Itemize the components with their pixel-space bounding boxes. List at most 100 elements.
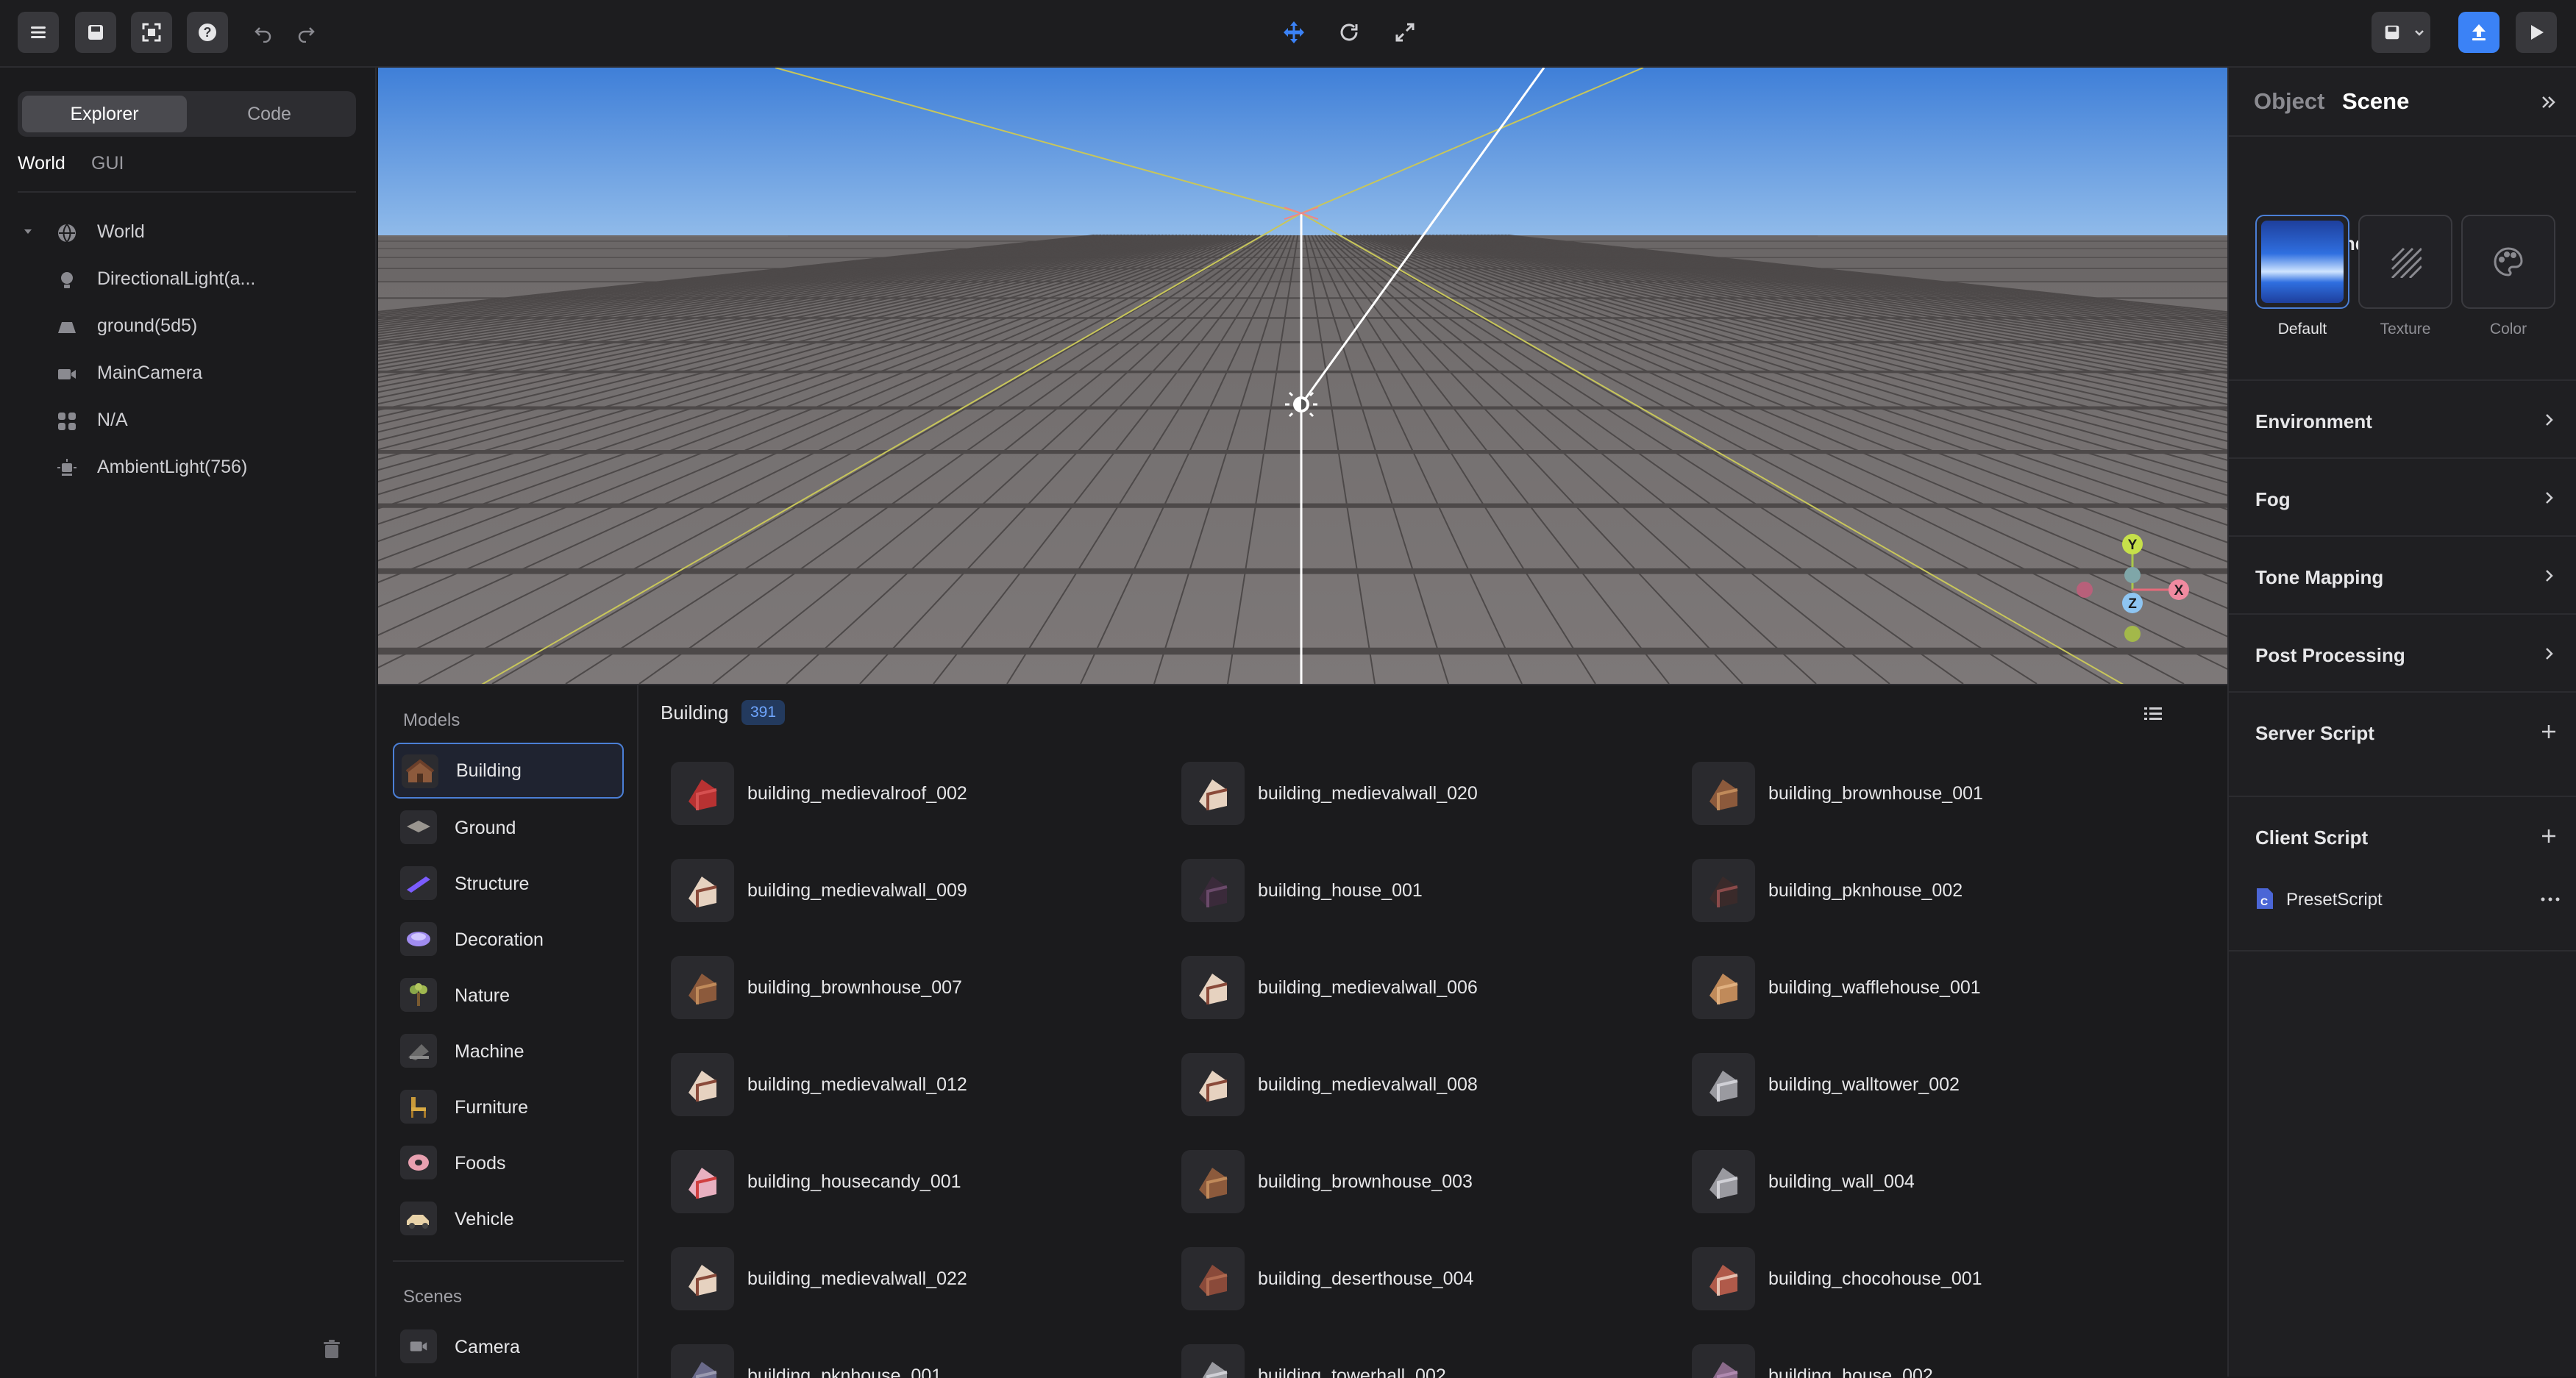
- publish-button[interactable]: [2458, 12, 2499, 53]
- scene-camera[interactable]: Camera: [393, 1319, 624, 1375]
- scale-tool-button[interactable]: [1384, 12, 1426, 53]
- category-structure[interactable]: Structure: [393, 856, 624, 912]
- tree-item-directional-light[interactable]: DirectionalLight(a...: [21, 259, 359, 299]
- asset-label: building_towerhall_002: [1258, 1365, 1446, 1378]
- add-icon[interactable]: [2538, 721, 2560, 743]
- asset-item[interactable]: building_deserthouse_004: [1181, 1247, 1652, 1310]
- gizmo-z-label: Z: [2128, 596, 2137, 612]
- asset-label: building_medievalwall_008: [1258, 1074, 1478, 1096]
- chevron-right-icon[interactable]: [2538, 487, 2560, 509]
- asset-item[interactable]: building_medievalwall_012: [671, 1053, 1142, 1116]
- post-processing-section[interactable]: Post Processing: [2229, 615, 2576, 693]
- camera-thumb-icon: [400, 1329, 437, 1363]
- caret-down-icon[interactable]: [22, 226, 34, 238]
- asset-label: building_medievalwall_006: [1258, 977, 1478, 999]
- category-ground[interactable]: Ground: [393, 800, 624, 856]
- tree-item-world[interactable]: World: [21, 212, 359, 251]
- tab-scene[interactable]: Scene: [2342, 88, 2409, 115]
- tree-item-ambient-light[interactable]: AmbientLight(756): [21, 447, 359, 487]
- tab-object[interactable]: Object: [2254, 88, 2324, 115]
- play-button[interactable]: [2516, 12, 2557, 53]
- save-button[interactable]: [75, 12, 116, 53]
- tab-code[interactable]: Code: [187, 96, 352, 132]
- asset-item[interactable]: building_pknhouse_002: [1692, 859, 2163, 922]
- section-title: Server Script: [2255, 722, 2374, 745]
- chevron-right-icon[interactable]: [2538, 409, 2560, 431]
- subtab-world[interactable]: World: [18, 153, 65, 174]
- play-icon: [2526, 22, 2547, 43]
- asset-item[interactable]: building_chocohouse_001: [1692, 1247, 2163, 1310]
- tab-explorer[interactable]: Explorer: [22, 96, 187, 132]
- asset-item[interactable]: building_wafflehouse_001: [1692, 956, 2163, 1019]
- viewport-canvas[interactable]: Y X Z: [378, 68, 2227, 684]
- category-nature[interactable]: Nature: [393, 968, 624, 1024]
- asset-item[interactable]: building_house_001: [1181, 859, 1652, 922]
- rotate-tool-button[interactable]: [1328, 12, 1370, 53]
- scene-viewport[interactable]: Y X Z: [378, 68, 2227, 684]
- upload-icon: [2468, 21, 2490, 43]
- bg-option-default[interactable]: [2255, 215, 2349, 309]
- category-vehicle[interactable]: Vehicle: [393, 1191, 624, 1247]
- gradient-preview: [2261, 221, 2344, 303]
- asset-item[interactable]: building_brownhouse_003: [1181, 1150, 1652, 1213]
- tree-item-ground[interactable]: ground(5d5): [21, 306, 359, 346]
- palette-icon: [2492, 246, 2525, 278]
- chevron-down-icon[interactable]: [2413, 26, 2426, 39]
- move-tool-button[interactable]: [1273, 12, 1314, 53]
- asset-item[interactable]: building_medievalroof_002: [671, 762, 1142, 825]
- asset-item[interactable]: building_housecandy_001: [671, 1150, 1142, 1213]
- tree-item-na[interactable]: N/A: [21, 400, 359, 440]
- asset-label: building_medievalroof_002: [747, 783, 967, 804]
- tree-item-main-camera[interactable]: MainCamera: [21, 353, 359, 393]
- trash-icon[interactable]: [321, 1338, 343, 1360]
- category-building[interactable]: Building: [393, 743, 624, 799]
- rotate-icon: [1337, 21, 1361, 44]
- subtab-gui[interactable]: GUI: [91, 153, 124, 174]
- gizmo-neg-y[interactable]: [2124, 626, 2141, 642]
- asset-item[interactable]: building_medievalwall_022: [671, 1247, 1142, 1310]
- section-title: Tone Mapping: [2255, 566, 2383, 589]
- more-icon[interactable]: [2539, 888, 2561, 910]
- asset-item[interactable]: building_towerhall_002: [1181, 1344, 1652, 1378]
- bg-option-color[interactable]: [2461, 215, 2555, 309]
- models-heading: Models: [403, 710, 460, 731]
- section-title: Fog: [2255, 488, 2291, 511]
- category-machine[interactable]: Machine: [393, 1024, 624, 1079]
- chevron-right-icon[interactable]: [2538, 565, 2560, 587]
- asset-item[interactable]: building_wall_004: [1692, 1150, 2163, 1213]
- chevron-right-icon[interactable]: [2538, 643, 2560, 665]
- fog-section[interactable]: Fog: [2229, 459, 2576, 537]
- asset-item[interactable]: building_medievalwall_020: [1181, 762, 1652, 825]
- help-button[interactable]: ?: [187, 12, 228, 53]
- category-foods[interactable]: Foods: [393, 1135, 624, 1191]
- asset-label: building_deserthouse_004: [1258, 1268, 1473, 1290]
- list-view-icon[interactable]: [2142, 703, 2164, 725]
- asset-item[interactable]: building_house_002: [1692, 1344, 2163, 1378]
- tone-mapping-section[interactable]: Tone Mapping: [2229, 537, 2576, 615]
- asset-thumbnail: [1181, 859, 1245, 922]
- asset-item[interactable]: building_medievalwall_009: [671, 859, 1142, 922]
- bg-option-texture[interactable]: [2358, 215, 2452, 309]
- redo-button[interactable]: [285, 12, 327, 53]
- asset-label: building_medievalwall_012: [747, 1074, 967, 1096]
- category-decoration[interactable]: Decoration: [393, 912, 624, 968]
- add-icon[interactable]: [2538, 825, 2560, 847]
- asset-library: Models Building Ground Structure Decorat…: [378, 684, 2227, 1377]
- menu-button[interactable]: [18, 12, 59, 53]
- gizmo-neg-x[interactable]: [2077, 582, 2093, 598]
- asset-item[interactable]: building_walltower_002: [1692, 1053, 2163, 1116]
- asset-label: building_brownhouse_001: [1768, 783, 1983, 804]
- category-furniture[interactable]: Furniture: [393, 1079, 624, 1135]
- save-menu-button[interactable]: [2372, 12, 2430, 53]
- asset-item[interactable]: building_medievalwall_008: [1181, 1053, 1652, 1116]
- asset-item[interactable]: building_brownhouse_001: [1692, 762, 2163, 825]
- asset-item[interactable]: building_brownhouse_007: [671, 956, 1142, 1019]
- collapse-panel-icon[interactable]: [2538, 91, 2560, 113]
- asset-item[interactable]: building_pknhouse_001: [671, 1344, 1142, 1378]
- fullscreen-button[interactable]: [131, 12, 172, 53]
- environment-section[interactable]: Environment: [2229, 381, 2576, 459]
- script-item[interactable]: C PresetScript: [2255, 881, 2557, 918]
- gizmo-neg-z[interactable]: [2124, 567, 2141, 583]
- asset-item[interactable]: building_medievalwall_006: [1181, 956, 1652, 1019]
- undo-button[interactable]: [243, 12, 284, 53]
